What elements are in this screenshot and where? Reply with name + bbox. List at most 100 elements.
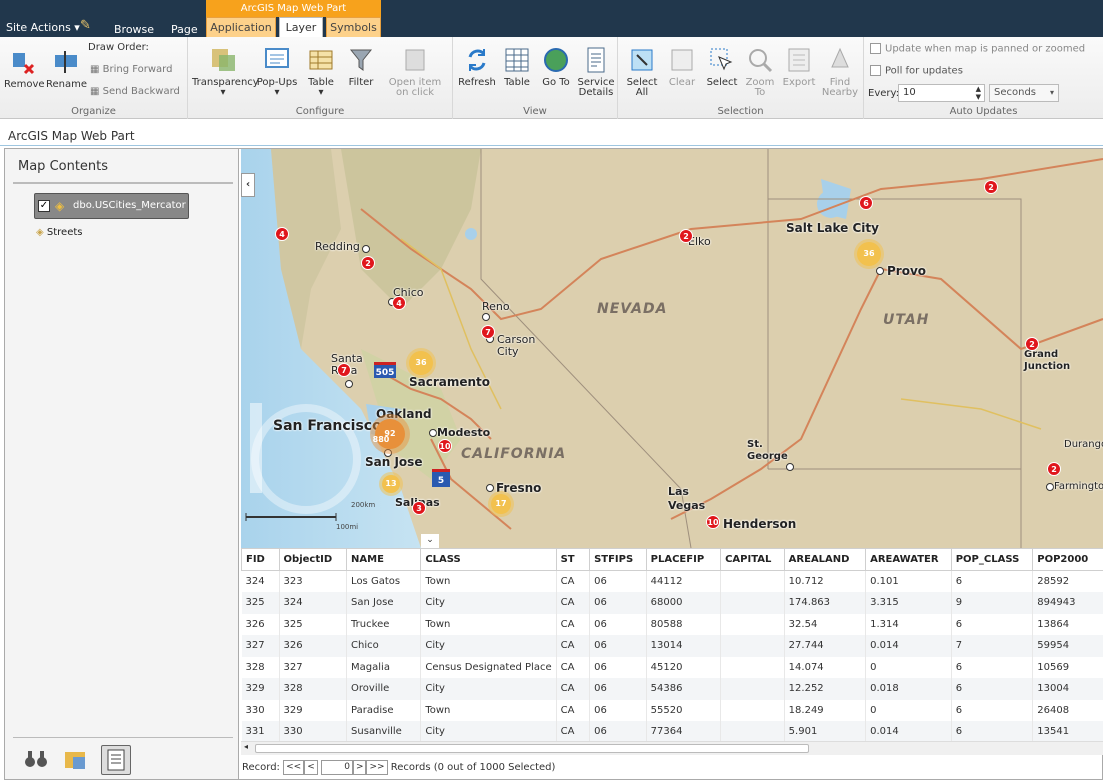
scrollbar-thumb[interactable] xyxy=(255,744,809,753)
select-button[interactable]: Select xyxy=(704,45,740,88)
cluster-marker[interactable]: 7 xyxy=(481,325,495,339)
open-item-on-click-button[interactable]: Open item on click xyxy=(382,45,448,98)
city-marker[interactable] xyxy=(429,429,437,437)
cluster-marker[interactable]: 3 xyxy=(412,501,426,515)
column-header[interactable]: CAPITAL xyxy=(720,548,785,571)
filter-button[interactable]: Filter xyxy=(342,45,380,88)
column-header[interactable]: NAME xyxy=(346,548,422,571)
cluster-marker[interactable]: 4 xyxy=(392,296,406,310)
interval-unit-select[interactable]: Seconds ▾ xyxy=(989,84,1059,102)
binoculars-icon[interactable] xyxy=(23,747,51,773)
column-header[interactable]: PLACEFIP xyxy=(645,548,722,571)
city-marker[interactable] xyxy=(876,267,884,275)
send-backward-button[interactable]: ▦ Send Backward xyxy=(90,86,180,97)
column-header[interactable]: AREAWATER xyxy=(865,548,952,571)
browse-tab[interactable]: Browse xyxy=(114,23,154,36)
table-row[interactable]: 326 325 Truckee Town CA 06 80588 32.54 1.314 6 138… xyxy=(241,613,1103,635)
rename-button[interactable]: Rename xyxy=(46,47,87,90)
folder-map-icon[interactable] xyxy=(63,747,91,773)
record-number-input[interactable]: 0 xyxy=(320,759,353,775)
cluster-marker[interactable]: 2 xyxy=(1047,462,1061,476)
map-view[interactable]: ‹ 200km 100mi ⌄ NEVADA UTAH CALIFORNIA R… xyxy=(241,149,1103,548)
first-page-button[interactable]: << xyxy=(283,759,305,775)
cluster-marker[interactable]: 6 xyxy=(859,196,873,210)
page-tab[interactable]: Page xyxy=(171,23,198,36)
table-row[interactable]: 328 327 Magalia Census Designated Place CA 06… xyxy=(241,656,1103,678)
cluster-marker[interactable]: 10 xyxy=(438,439,452,453)
table-view-button[interactable]: Table xyxy=(499,45,535,88)
cluster-marker[interactable]: 7 xyxy=(337,363,351,377)
layer-item-streets[interactable]: ◈ Streets xyxy=(36,227,83,238)
clear-button[interactable]: Clear xyxy=(664,45,700,88)
horizontal-scrollbar[interactable]: ◂ xyxy=(241,741,1103,755)
export-button[interactable]: Export xyxy=(780,45,818,88)
table-row[interactable]: 329 328 Oroville City CA 06 54386 12.252 0.018 6 1… xyxy=(241,678,1103,700)
cluster-marker[interactable]: 2 xyxy=(679,229,693,243)
update-panned-option[interactable]: Update when map is panned or zoomed xyxy=(870,43,1085,55)
table-row[interactable]: 331 330 Susanville City CA 06 77364 5.901 0.014 6… xyxy=(241,721,1103,741)
cluster-marker[interactable]: 10 xyxy=(706,515,720,529)
last-page-button[interactable]: >> xyxy=(366,759,388,775)
popups-button[interactable]: Pop-Ups ▾ xyxy=(256,45,298,98)
collapse-table-button[interactable]: ⌄ xyxy=(421,534,439,548)
layer-item-uscities[interactable]: ✓ ◈ dbo.USCities_Mercator xyxy=(34,193,189,219)
city-marker[interactable] xyxy=(482,313,490,321)
cluster-marker[interactable]: 2 xyxy=(361,256,375,270)
column-header[interactable]: FID xyxy=(241,548,280,571)
table-cell: 6 xyxy=(951,678,1034,700)
edit-page-icon[interactable]: ✎ xyxy=(80,18,91,33)
collapse-panel-button[interactable]: ‹ xyxy=(241,173,255,197)
poll-checkbox[interactable] xyxy=(870,65,881,76)
cluster-marker[interactable]: 17 xyxy=(491,494,511,514)
column-header[interactable]: POP2000 xyxy=(1032,548,1103,571)
prev-page-button[interactable]: < xyxy=(304,759,318,775)
column-header[interactable]: STFIPS xyxy=(589,548,647,571)
find-nearby-button[interactable]: Find Nearby xyxy=(820,45,860,98)
table-row[interactable]: 324 323 Los Gatos Town CA 06 44112 10.712 0.101 6… xyxy=(241,570,1103,592)
column-header[interactable]: ST xyxy=(555,548,591,571)
next-page-button[interactable]: > xyxy=(352,759,367,775)
tab-application[interactable]: Application xyxy=(206,17,276,37)
cluster-marker[interactable]: 36 xyxy=(857,242,881,266)
goto-button[interactable]: Go To xyxy=(539,45,573,88)
cluster-marker[interactable]: 880 xyxy=(369,430,393,450)
tab-symbols[interactable]: Symbols xyxy=(326,17,381,37)
column-header[interactable]: CLASS xyxy=(420,548,557,571)
transparency-button[interactable]: Transparency ▾ xyxy=(192,45,259,98)
poll-option[interactable]: Poll for updates xyxy=(870,65,963,77)
column-header[interactable]: ObjectID xyxy=(278,548,348,571)
layer-visibility-checkbox[interactable]: ✓ xyxy=(38,200,50,212)
service-details-button[interactable]: Service Details xyxy=(575,45,617,98)
bring-forward-button[interactable]: ▦ Bring Forward xyxy=(90,64,172,75)
cluster-marker[interactable]: 2 xyxy=(984,180,998,194)
zoom-slider[interactable] xyxy=(250,403,262,493)
refresh-button[interactable]: Refresh xyxy=(457,45,497,88)
table-config-button[interactable]: Table ▾ xyxy=(300,45,342,98)
legend-icon[interactable] xyxy=(101,745,131,775)
remove-button[interactable]: Remove xyxy=(4,47,45,90)
cluster-marker[interactable]: 4 xyxy=(275,227,289,241)
table-row[interactable]: 327 326 Chico City CA 06 13014 27.744 0.014 7 5995… xyxy=(241,635,1103,657)
state-label-california: CALIFORNIA xyxy=(461,446,567,462)
tab-layer[interactable]: Layer xyxy=(279,17,323,37)
site-actions-menu[interactable]: Site Actions ▾ xyxy=(6,21,80,34)
cluster-marker[interactable]: 13 xyxy=(382,475,400,493)
column-header[interactable]: AREALAND xyxy=(783,548,867,571)
spinner-arrows-icon[interactable]: ▲ ▼ xyxy=(976,85,981,101)
city-marker[interactable] xyxy=(786,463,794,471)
cluster-marker[interactable]: 2 xyxy=(1025,337,1039,351)
city-marker[interactable] xyxy=(1046,483,1054,491)
city-marker[interactable] xyxy=(486,484,494,492)
table-row[interactable]: 330 329 Paradise Town CA 06 55520 18.249 0 6 26408 xyxy=(241,699,1103,721)
table-row[interactable]: 325 324 San Jose City CA 06 68000 174.863 3.315 9… xyxy=(241,592,1103,614)
zoom-to-button[interactable]: Zoom To xyxy=(742,45,778,98)
select-all-button[interactable]: Select All xyxy=(624,45,660,98)
cluster-marker[interactable]: 36 xyxy=(409,351,433,375)
column-header[interactable]: POP_CLASS xyxy=(950,548,1034,571)
export-icon xyxy=(784,45,814,75)
city-marker[interactable] xyxy=(362,245,370,253)
city-marker[interactable] xyxy=(345,380,353,388)
scroll-left-icon[interactable]: ◂ xyxy=(244,742,248,751)
every-interval-input[interactable]: 10 ▲ ▼ xyxy=(898,84,985,102)
update-panned-checkbox[interactable] xyxy=(870,43,881,54)
